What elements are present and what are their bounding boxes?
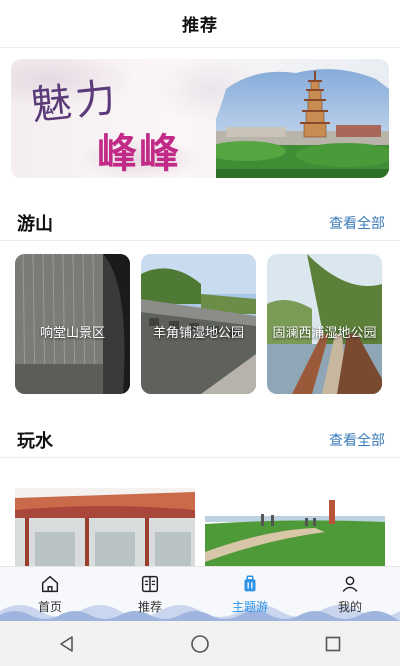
tab-mine-label: 我的	[337, 600, 362, 614]
section-title-mountain: 游山	[17, 214, 53, 235]
tab-theme-tour-label: 主题游	[231, 600, 268, 614]
view-all-mountain-link[interactable]: 查看全部	[329, 213, 385, 233]
tab-recommend-label: 推荐	[137, 600, 162, 614]
mountain-card-1[interactable]: 响堂山景区	[15, 254, 130, 394]
mountain-card-3-label: 固澜西浦湿地公园	[272, 326, 377, 341]
banner-pagoda-photo	[216, 69, 389, 178]
mountain-card-3[interactable]: 固澜西浦湿地公园	[267, 254, 382, 394]
mountain-card-1-label: 响堂山景区	[39, 326, 105, 341]
banner-calligraphy-line2: 峰峰	[97, 130, 181, 177]
mountain-card-2-label: 羊角铺湿地公园	[152, 326, 244, 341]
water-card-2[interactable]	[205, 488, 385, 570]
tab-mine[interactable]: 我的	[300, 567, 400, 621]
view-all-water-link[interactable]: 查看全部	[329, 430, 385, 450]
section-divider	[0, 457, 400, 458]
water-card-1-photo	[15, 488, 195, 570]
section-title-water: 玩水	[17, 431, 53, 452]
app-screen: 推荐 魅力 峰峰 游山 查看全部 响堂山景区 羊角铺湿地公园 固澜西浦湿地公园 …	[0, 0, 400, 666]
mountain-card-2[interactable]: 羊角铺湿地公园	[141, 254, 256, 394]
system-navigation-bar	[0, 621, 400, 666]
bottom-tab-bar: 首页 推荐 主题游 我的	[0, 566, 400, 621]
recents-square-icon	[326, 636, 341, 651]
water-card-1[interactable]	[15, 488, 195, 570]
system-home-button[interactable]	[170, 621, 230, 666]
luggage-icon	[244, 575, 256, 592]
water-card-2-photo	[205, 488, 385, 570]
tab-home[interactable]: 首页	[0, 567, 100, 621]
person-icon	[342, 576, 358, 592]
promo-banner[interactable]: 魅力 峰峰	[11, 59, 389, 178]
section-header-water: 玩水 查看全部	[0, 423, 400, 457]
tab-home-label: 首页	[37, 600, 62, 614]
section-divider	[0, 240, 400, 241]
book-icon	[141, 575, 159, 593]
back-icon	[59, 635, 73, 652]
tab-theme-tour[interactable]: 主题游	[200, 567, 300, 621]
page-title: 推荐	[182, 16, 218, 36]
system-recents-button[interactable]	[303, 621, 363, 666]
section-header-mountain: 游山 查看全部	[0, 206, 400, 240]
tab-recommend[interactable]: 推荐	[100, 567, 200, 621]
top-bar: 推荐	[0, 0, 400, 48]
home-icon	[41, 575, 59, 593]
system-back-button[interactable]	[37, 621, 97, 666]
home-circle-icon	[191, 634, 209, 653]
